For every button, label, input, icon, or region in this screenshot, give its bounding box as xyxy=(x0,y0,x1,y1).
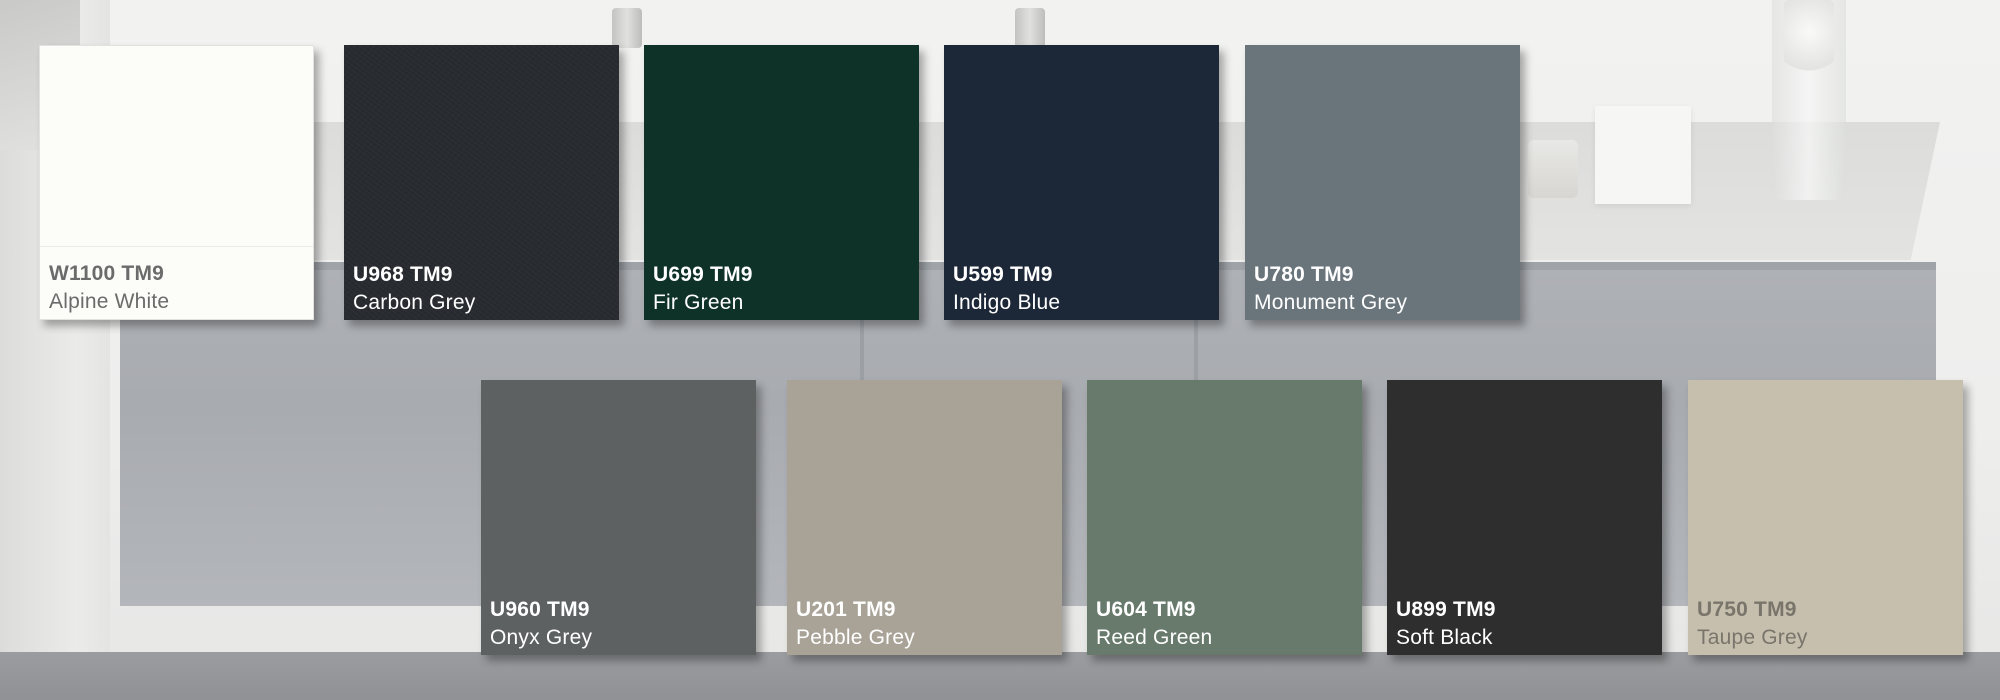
swatch-code: U201 TM9 xyxy=(796,598,896,622)
swatch-name: Fir Green xyxy=(653,290,744,314)
swatch-indigo-blue[interactable]: U599 TM9 Indigo Blue xyxy=(944,45,1219,320)
swatch-label: U604 TM9 Reed Green xyxy=(1096,596,1212,651)
swatch-carbon-grey[interactable]: U968 TM9 Carbon Grey xyxy=(344,45,619,320)
swatch-label: U699 TM9 Fir Green xyxy=(653,261,753,316)
swatch-code: U968 TM9 xyxy=(353,263,453,287)
swatch-monument-grey[interactable]: U780 TM9 Monument Grey xyxy=(1245,45,1520,320)
swatch-fir-green[interactable]: U699 TM9 Fir Green xyxy=(644,45,919,320)
swatch-code: U699 TM9 xyxy=(653,263,753,287)
swatch-name: Reed Green xyxy=(1096,625,1213,649)
background-boxes xyxy=(1595,106,1691,204)
swatch-label: U960 TM9 Onyx Grey xyxy=(490,596,592,651)
swatch-reed-green[interactable]: U604 TM9 Reed Green xyxy=(1087,380,1362,655)
swatch-onyx-grey[interactable]: U960 TM9 Onyx Grey xyxy=(481,380,756,655)
swatch-name: Monument Grey xyxy=(1254,290,1408,314)
swatch-board: W1100 TM9 Alpine White U968 TM9 Carbon G… xyxy=(0,0,2000,700)
swatch-name: Alpine White xyxy=(49,289,170,313)
swatch-soft-black[interactable]: U899 TM9 Soft Black xyxy=(1387,380,1662,655)
swatch-label: U599 TM9 Indigo Blue xyxy=(953,261,1060,316)
swatch-taupe-grey[interactable]: U750 TM9 Taupe Grey xyxy=(1688,380,1963,655)
background-tap xyxy=(1015,8,1045,48)
swatch-label: U750 TM9 Taupe Grey xyxy=(1697,596,1808,651)
background-tap xyxy=(612,8,642,48)
swatch-code: U899 TM9 xyxy=(1396,598,1496,622)
swatch-label: U201 TM9 Pebble Grey xyxy=(796,596,915,651)
swatch-alpine-white[interactable]: W1100 TM9 Alpine White xyxy=(39,45,314,320)
swatch-label: U780 TM9 Monument Grey xyxy=(1254,261,1407,316)
swatch-name: Soft Black xyxy=(1396,625,1493,649)
swatch-name: Indigo Blue xyxy=(953,290,1061,314)
swatch-code: W1100 TM9 xyxy=(49,262,165,286)
background-jar xyxy=(1528,140,1578,198)
swatch-code: U750 TM9 xyxy=(1697,598,1797,622)
swatch-label: W1100 TM9 Alpine White xyxy=(49,260,169,315)
background-floor xyxy=(0,652,2000,700)
swatch-pebble-grey[interactable]: U201 TM9 Pebble Grey xyxy=(787,380,1062,655)
swatch-code: U960 TM9 xyxy=(490,598,590,622)
swatch-label: U899 TM9 Soft Black xyxy=(1396,596,1496,651)
background-plant xyxy=(1784,0,1834,80)
swatch-name: Carbon Grey xyxy=(353,290,476,314)
swatch-name: Pebble Grey xyxy=(796,625,915,649)
swatch-code: U780 TM9 xyxy=(1254,263,1354,287)
swatch-code: U604 TM9 xyxy=(1096,598,1196,622)
swatch-name: Onyx Grey xyxy=(490,625,593,649)
swatch-code: U599 TM9 xyxy=(953,263,1053,287)
swatch-name: Taupe Grey xyxy=(1697,625,1808,649)
swatch-label: U968 TM9 Carbon Grey xyxy=(353,261,475,316)
